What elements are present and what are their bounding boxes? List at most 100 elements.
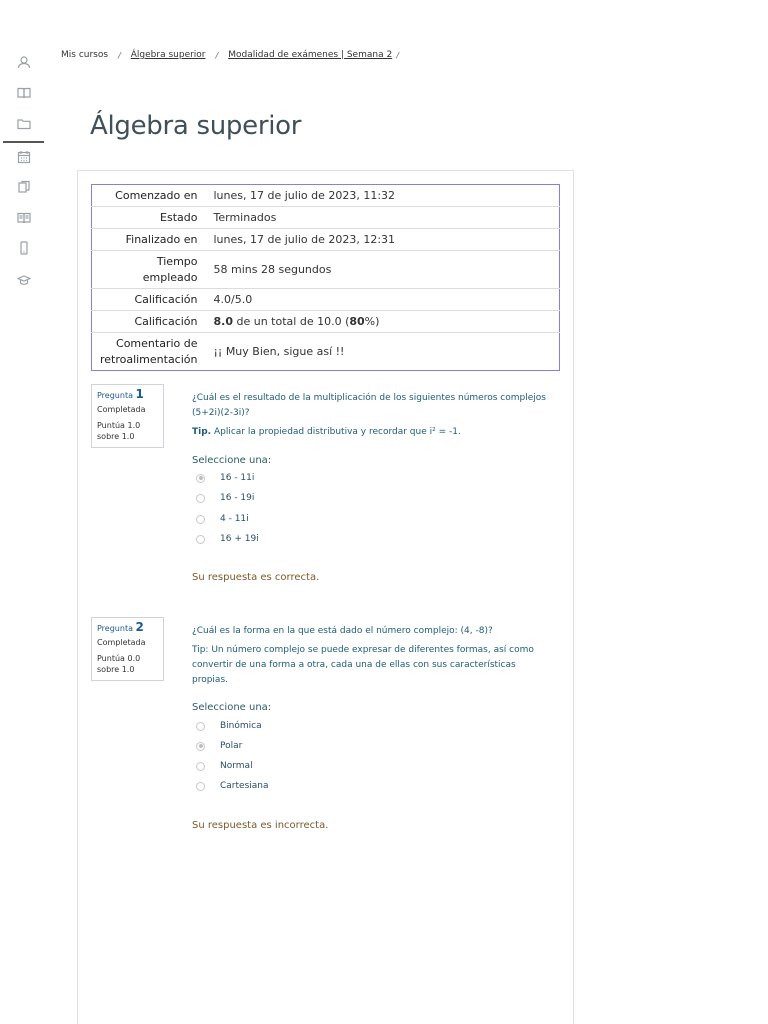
select-prompt: Seleccione una: [192,455,272,466]
book-open-icon[interactable] [0,206,48,230]
summary-value: 8.0 de un total de 10.0 (80%) [205,310,560,333]
question-number: 1 [135,387,144,401]
select-prompt: Seleccione una: [192,702,272,713]
answer-label: Cartesiana [220,781,269,791]
question-text: ¿Cuál es el resultado de la multiplicaci… [192,391,552,440]
tip-text: Aplicar la propiedad distributiva y reco… [211,427,461,437]
tip-line: Tip: Un número complejo se puede expresa… [192,645,534,655]
question-grade: Puntúa 0.0 sobre 1.0 [97,653,158,675]
answer-option[interactable]: 16 + 19i [196,532,259,546]
summary-row-finished: Finalizado en lunes, 17 de julio de 2023… [91,228,560,251]
summary-label-line: empleado [142,270,198,284]
answer-label: Normal [220,761,253,771]
answer-option[interactable]: Cartesiana [196,779,269,793]
page-title: Álgebra superior [90,111,302,141]
summary-value: 4.0/5.0 [205,288,560,311]
answer-feedback: Su respuesta es incorrecta. [192,820,329,831]
answer-option[interactable]: Normal [196,759,253,773]
breadcrumb-item-section[interactable]: Modalidad de exámenes | Semana 2 [228,50,392,60]
question-text-line: ¿Cuál es la forma en la que está dado el… [192,626,493,636]
summary-row-started: Comenzado en lunes, 17 de julio de 2023,… [92,185,560,207]
answer-label: 4 - 11i [220,514,249,524]
summary-label: Calificación [91,310,206,333]
breadcrumb-separator: / [215,50,219,60]
answer-option[interactable]: 4 - 11i [196,512,249,526]
folder-icon[interactable] [0,112,48,136]
question-text-line: (5+2i)(2-3i)? [192,408,250,418]
grade-percent: 80 [349,315,365,328]
left-nav-rail [0,0,48,1024]
question-info-box: Pregunta 2 Completada Puntúa 0.0 sobre 1… [91,617,164,681]
radio-button[interactable] [196,721,205,731]
radio-button[interactable] [196,534,205,544]
summary-row-feedback: Comentario de retroalimentación ¡¡ Muy B… [91,332,560,371]
question-text: ¿Cuál es la forma en la que está dado el… [192,624,552,688]
summary-row-state: Estado Terminados [91,206,560,229]
summary-row-marks: Calificación 4.0/5.0 [91,288,560,311]
radio-button[interactable] [196,761,205,771]
grade-score: 8.0 [213,315,234,328]
summary-label: Finalizado en [91,228,206,251]
question-state: Completada [97,638,146,647]
question-grade-line: Puntúa 0.0 [97,654,141,663]
question-grade: Puntúa 1.0 sobre 1.0 [97,420,158,442]
answer-option[interactable]: Polar [196,739,242,753]
answer-option[interactable]: 16 - 19i [196,491,254,505]
tip-label: Tip. [192,427,212,437]
summary-row-grade: Calificación 8.0 de un total de 10.0 (80… [91,310,560,333]
question-tip: Tip: Un número complejo se puede expresa… [192,643,552,688]
radio-button[interactable] [196,781,205,791]
radio-button[interactable] [196,473,205,483]
summary-label: Estado [91,206,206,229]
mobile-icon[interactable] [0,236,48,260]
question-label: Pregunta [97,624,133,633]
answer-feedback: Su respuesta es correcta. [192,572,320,583]
book-icon[interactable] [0,81,48,105]
answer-option[interactable]: 16 - 11i [196,471,254,485]
grade-percent-suffix: %) [364,315,380,328]
answer-label: 16 - 19i [220,493,255,503]
summary-value: lunes, 17 de julio de 2023, 12:31 [205,228,560,251]
summary-label-line: Comentario de [116,336,198,350]
graduation-cap-icon[interactable] [0,268,48,292]
radio-button[interactable] [196,741,205,751]
summary-label: Tiempo empleado [91,250,206,289]
summary-label-line: retroalimentación [99,352,198,366]
question-state: Completada [97,405,146,414]
summary-label: Comenzado en [115,188,198,202]
answer-label: Polar [220,741,243,751]
user-icon[interactable] [0,50,48,74]
question-info-box: Pregunta 1 Completada Puntúa 1.0 sobre 1… [91,384,164,448]
radio-button[interactable] [196,514,205,524]
answer-label: Binómica [220,721,262,731]
grade-total-text: de un total de 10.0 ( [233,315,350,328]
tip-line: propias. [192,675,228,685]
answer-label: 16 + 19i [220,534,259,544]
summary-row-time: Tiempo empleado 58 mins 28 segundos [91,250,560,289]
tip-line: convertir de una forma a otra, cada una … [192,660,516,670]
attempt-summary-table: Comenzado en lunes, 17 de julio de 2023,… [91,184,560,371]
question-grade-line: Puntúa 1.0 [97,421,141,430]
question-text-line: ¿Cuál es el resultado de la multiplicaci… [192,393,546,403]
summary-label: Comentario de retroalimentación [91,332,206,371]
summary-value: lunes, 17 de julio de 2023, 11:32 [213,189,396,202]
calendar-icon[interactable] [0,145,48,169]
summary-value: Terminados [205,206,560,229]
files-icon[interactable] [0,175,48,199]
question-number: 2 [135,620,144,634]
radio-button[interactable] [196,493,205,503]
question-grade-line: sobre 1.0 [97,665,135,674]
breadcrumb-separator: / [396,50,399,60]
breadcrumb-separator: / [118,50,121,60]
summary-value: 58 mins 28 segundos [205,250,560,289]
question-grade-line: sobre 1.0 [97,432,135,441]
active-indicator [3,141,44,143]
breadcrumb-item-course[interactable]: Álgebra superior [131,50,206,60]
summary-value: ¡¡ Muy Bien, sigue así !! [205,332,560,371]
question-label: Pregunta [97,391,133,400]
question-tip: Tip. Aplicar la propiedad distributiva y… [192,425,552,440]
breadcrumb-item-mis-cursos[interactable]: Mis cursos [61,50,108,60]
answer-option[interactable]: Binómica [196,719,262,733]
summary-label: Calificación [91,288,206,311]
breadcrumb: Mis cursos / Álgebra superior / Modalida… [61,47,409,63]
